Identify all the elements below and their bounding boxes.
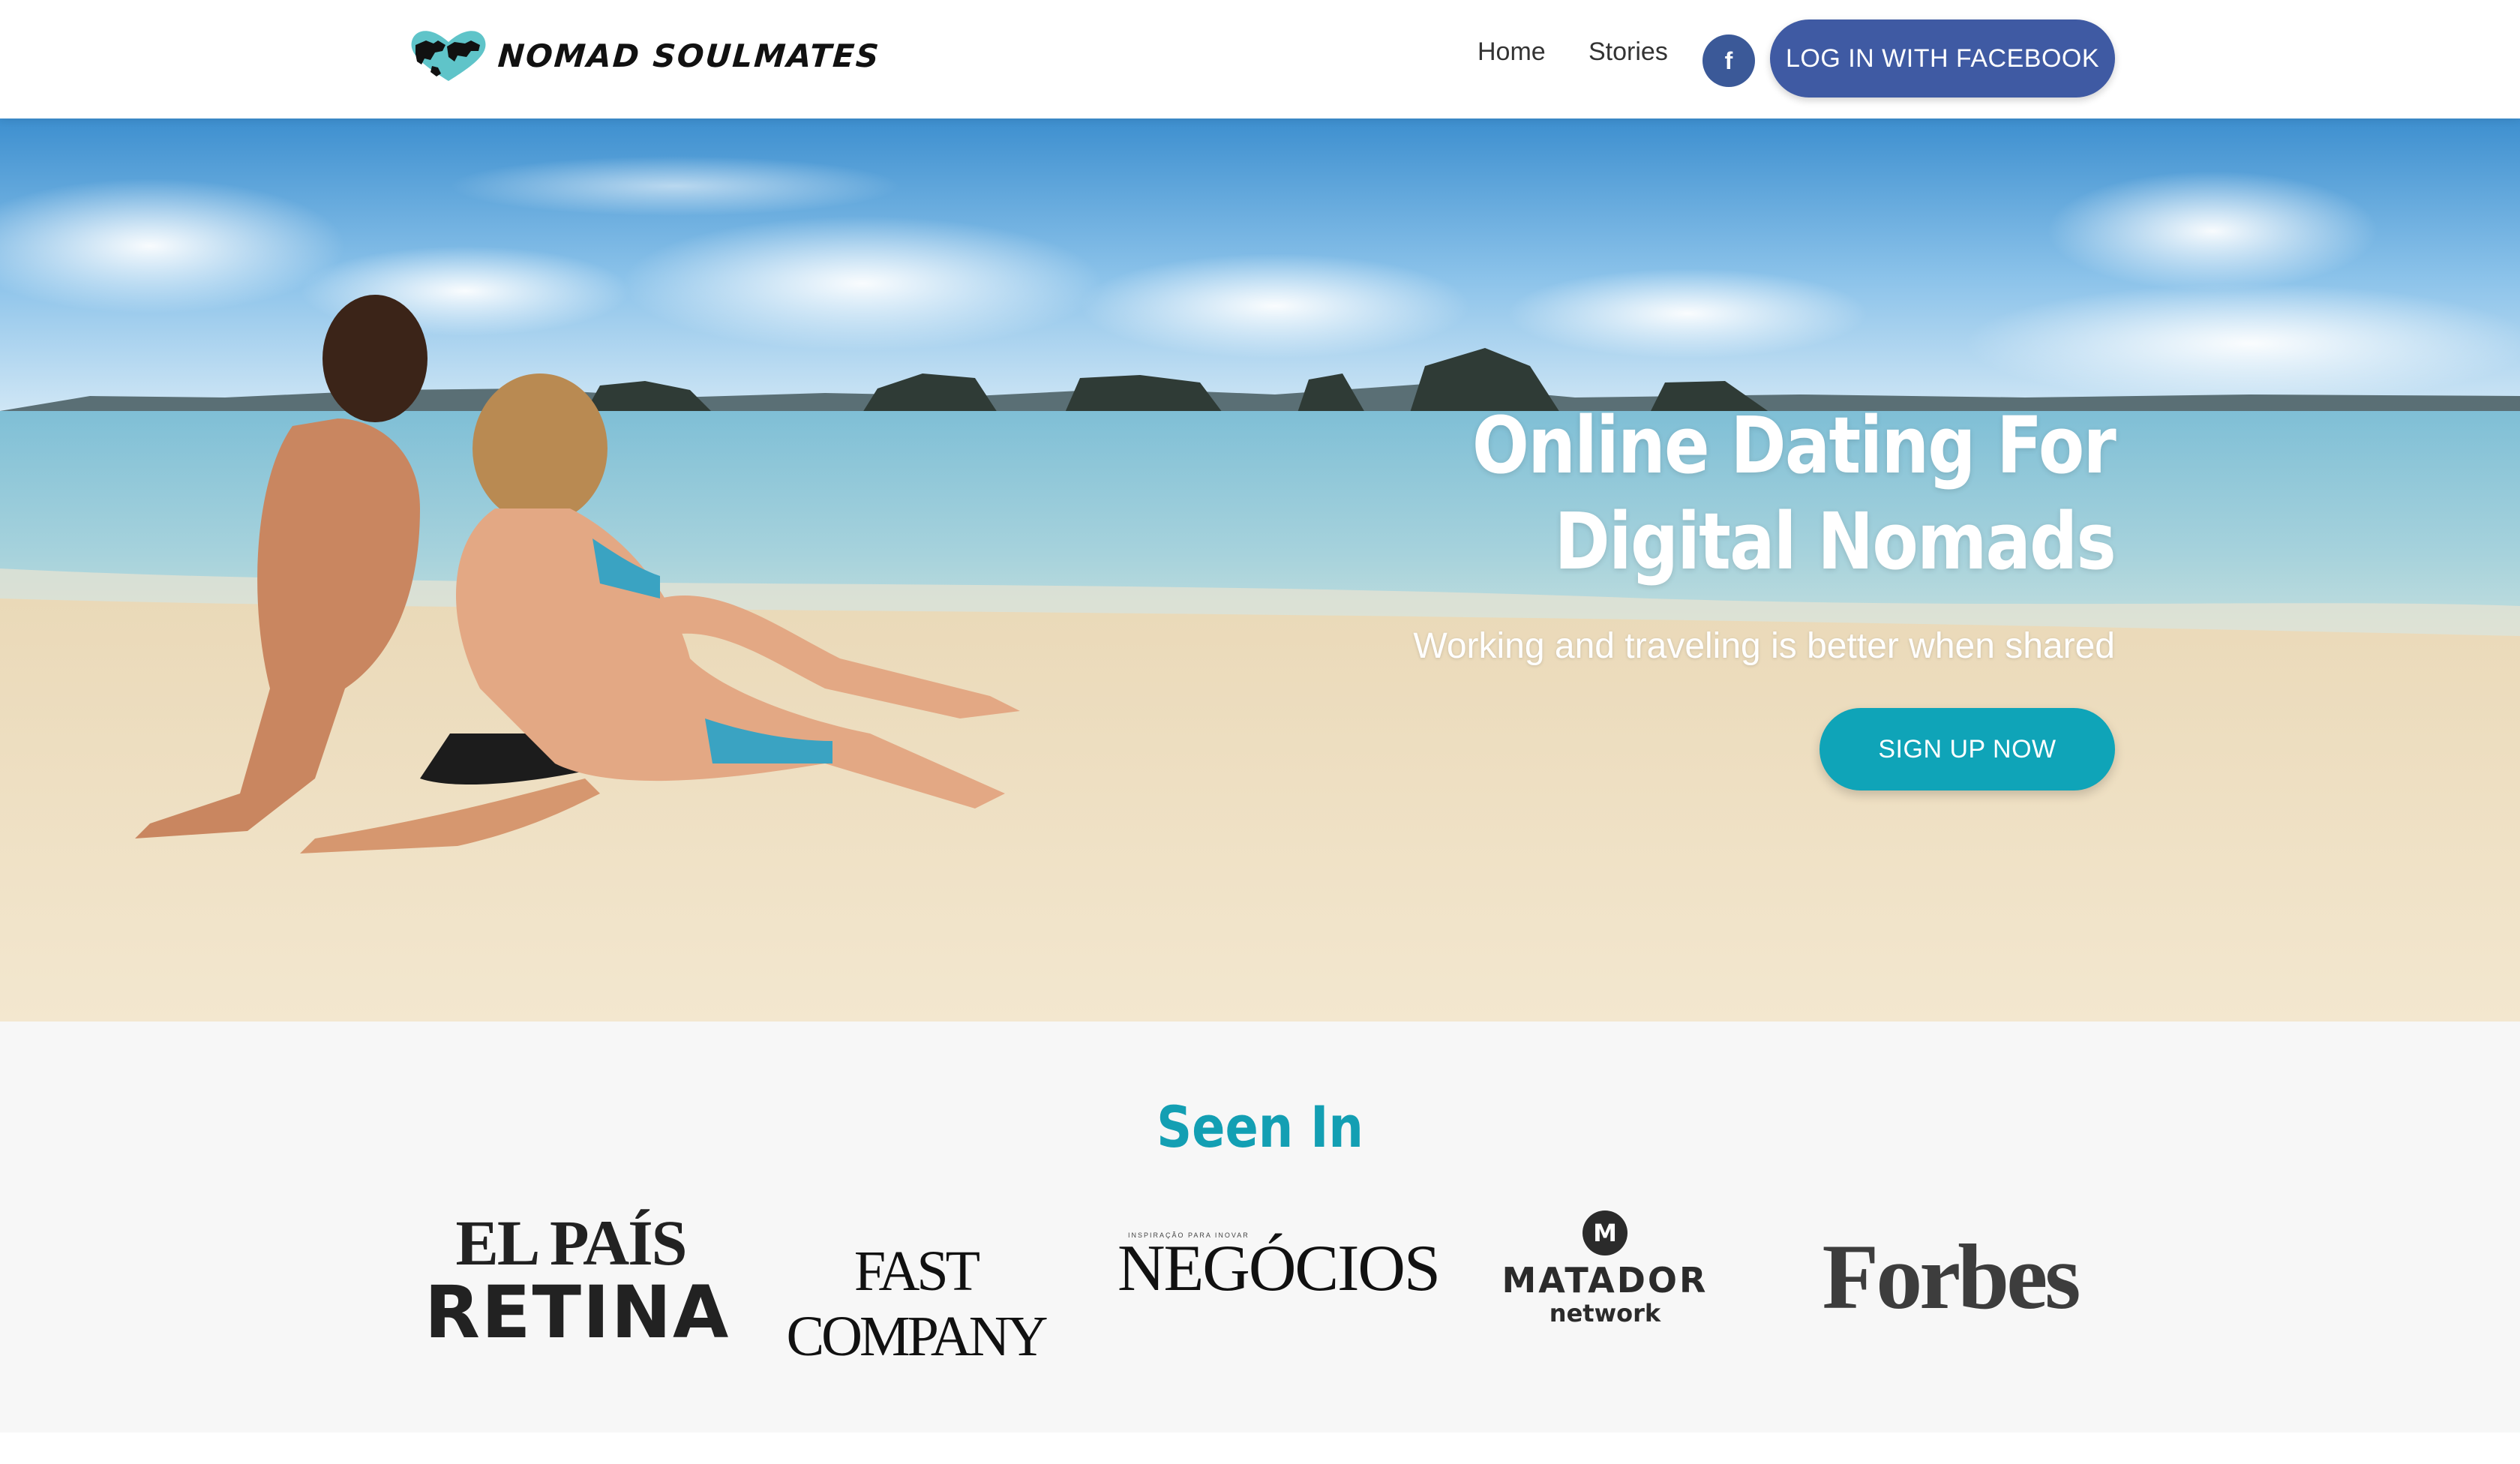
nav-link-home[interactable]: Home xyxy=(1478,38,1546,67)
facebook-icon[interactable]: f xyxy=(1702,34,1755,87)
seen-in-title: Seen In xyxy=(1156,1094,1364,1160)
facebook-login-button[interactable]: LOG IN WITH FACEBOOK xyxy=(1770,20,2115,98)
press-logo-matador-network: M MATADOR network xyxy=(1485,1210,1725,1328)
hero-title: Online Dating For Digital Nomads xyxy=(1212,398,2116,590)
brand-name: NOMAD SOULMATES xyxy=(496,37,882,74)
press-logo-fast-company: FAST COMPANY xyxy=(786,1240,1048,1368)
sign-up-button[interactable]: SIGN UP NOW xyxy=(1820,708,2115,790)
press-logo-epoca-negocios: INSPIRAÇÃO PARA INOVAR NEGÓCIOS xyxy=(1118,1232,1441,1305)
negocios-wordmark: NEGÓCIOS xyxy=(1118,1232,1441,1305)
matador-badge-icon: M xyxy=(1582,1210,1628,1256)
hero-title-line2: Digital Nomads xyxy=(1554,496,2116,587)
press-logo-forbes: Forbes xyxy=(1822,1226,2080,1328)
brand-logo[interactable]: NOMAD SOULMATES xyxy=(402,26,882,86)
seen-in-section: Seen In EL PAÍS RETINA FAST COMPANY INSP… xyxy=(0,1022,2520,1432)
hero-subtitle: Working and traveling is better when sha… xyxy=(1413,626,2115,666)
matador-network-text: network xyxy=(1549,1299,1661,1328)
elpais-wordmark: EL PAÍS xyxy=(455,1207,687,1279)
hero-title-line1: Online Dating For xyxy=(1472,400,2116,491)
matador-wordmark: MATADOR xyxy=(1502,1260,1708,1300)
press-logo-elpais-retina: EL PAÍS RETINA xyxy=(424,1207,730,1354)
hero-section: Online Dating For Digital Nomads Working… xyxy=(0,118,2520,1022)
world-heart-logo-icon xyxy=(411,31,486,81)
nav-link-stories[interactable]: Stories xyxy=(1588,38,1668,67)
top-navbar: NOMAD SOULMATES Home Stories f LOG IN WI… xyxy=(0,0,2520,118)
retina-wordmark: RETINA xyxy=(424,1270,730,1354)
